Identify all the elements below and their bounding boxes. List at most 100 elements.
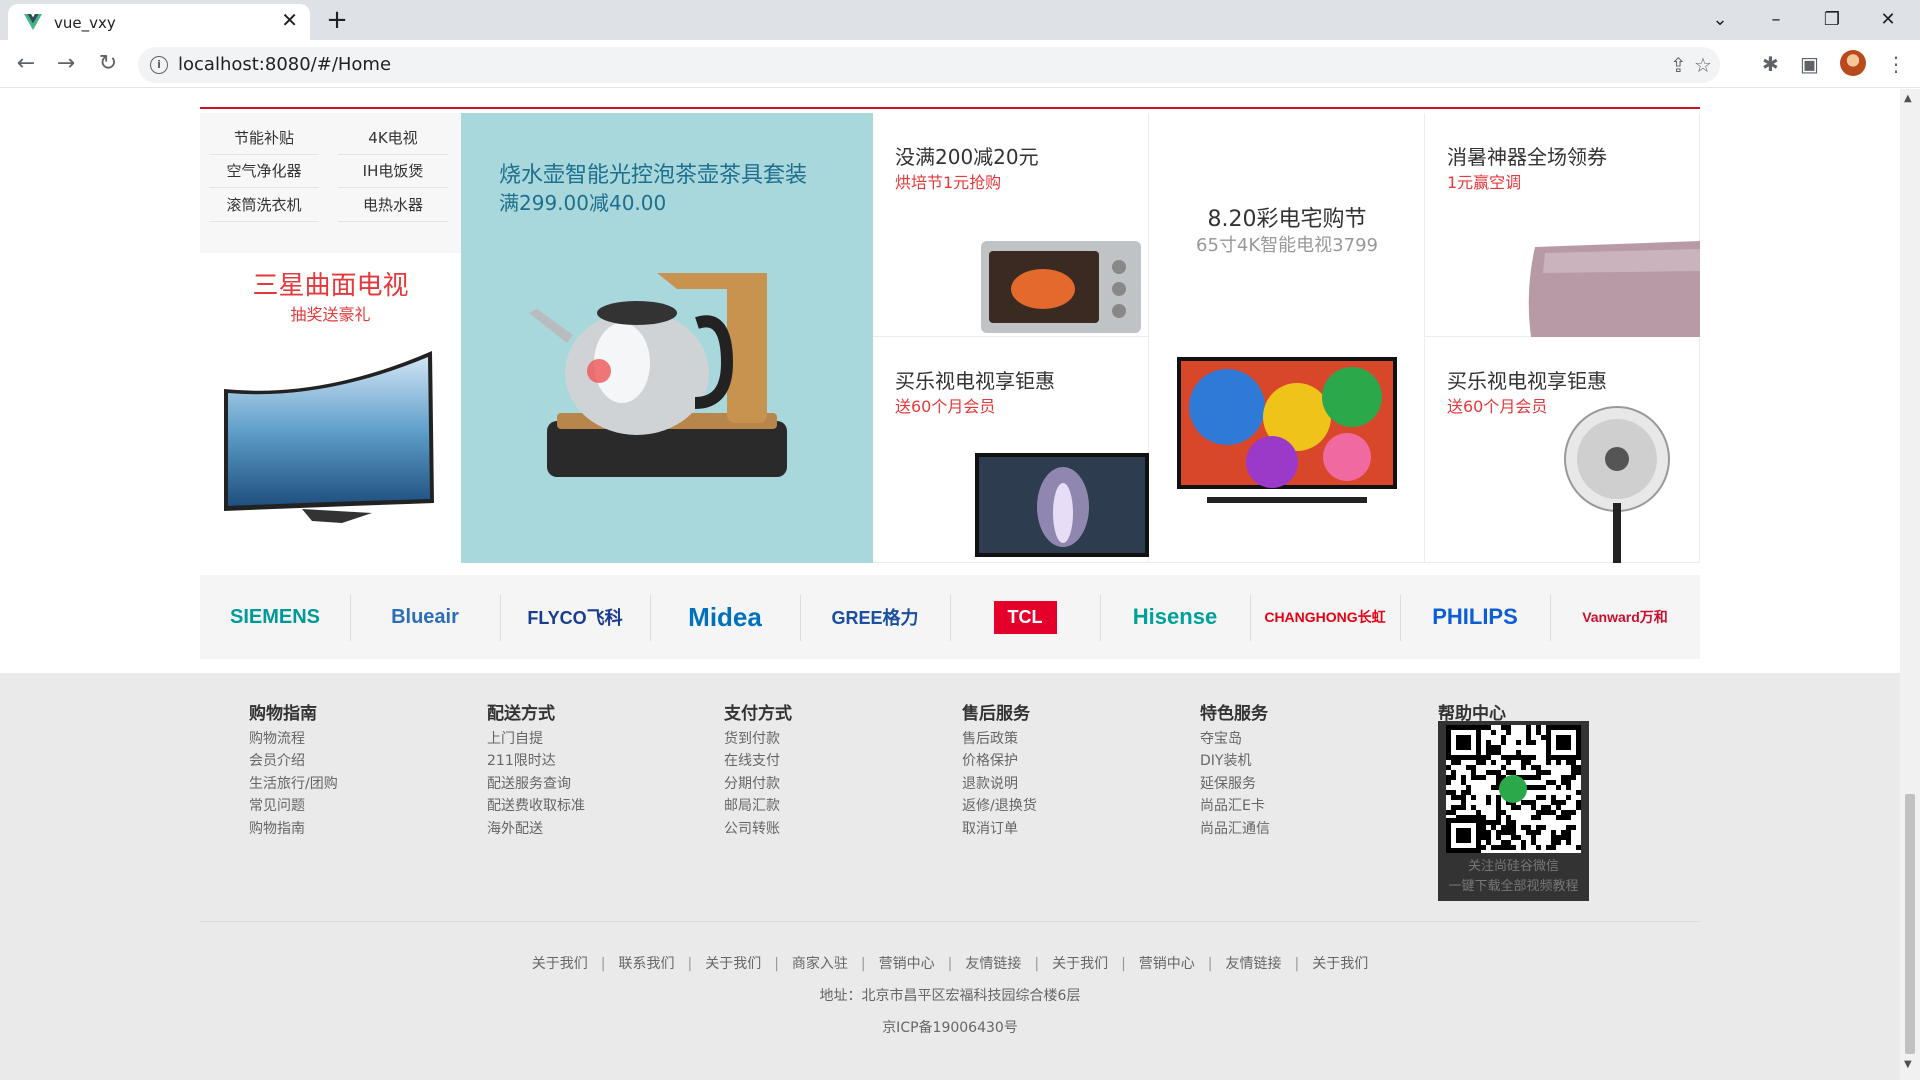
brand-strip: SIEMENS Blueair FLYCO飞科 Midea GREE格力 TCL Hisen… xyxy=(200,575,1700,659)
footer-link[interactable]: 常见问题 xyxy=(249,795,338,817)
footer-link[interactable]: 尚品汇通信 xyxy=(1200,818,1270,840)
footer-link[interactable]: 配送服务查询 xyxy=(487,773,585,795)
footer-link[interactable]: 售后政策 xyxy=(962,728,1037,750)
minimize-icon[interactable]: – xyxy=(1756,6,1796,34)
menu-icon[interactable]: ⋮ xyxy=(1886,52,1906,76)
promo-cell[interactable]: 买乐视电视享钜惠 送60个月会员 xyxy=(873,337,1149,563)
tab-title: vue_vxy xyxy=(54,14,116,32)
side-panel-icon[interactable]: ▣ xyxy=(1800,52,1819,76)
footer-link[interactable]: 货到付款 xyxy=(724,728,792,750)
restore-icon[interactable]: ❐ xyxy=(1812,6,1852,34)
tab-search-icon[interactable]: ⌄ xyxy=(1700,6,1740,34)
brand-logo[interactable]: GREE格力 xyxy=(800,575,950,659)
address-bar[interactable]: i localhost:8080/#/Home ⇪ ☆ xyxy=(138,47,1720,83)
promo-cell[interactable]: 消暑神器全场领券 1元赢空调 xyxy=(1425,113,1700,337)
footer-column-title: 支付方式 xyxy=(724,704,792,724)
footer-link[interactable]: 公司转账 xyxy=(724,818,792,840)
profile-avatar[interactable] xyxy=(1840,50,1866,76)
promo-cell-title: 消暑神器全场领券 xyxy=(1447,145,1607,169)
footer-bottom-link[interactable]: 关于我们 xyxy=(1299,956,1381,972)
qr-caption: 关注尚硅谷微信 一键下载全部视频教程 xyxy=(1438,857,1589,897)
brand-separator xyxy=(650,595,651,641)
left-promo-subtitle: 抽奖送豪礼 xyxy=(290,305,371,324)
footer-link[interactable]: 退款说明 xyxy=(962,773,1037,795)
promo-cell-subtitle: 1元赢空调 xyxy=(1447,173,1522,192)
footer-bottom-link[interactable]: 关于我们 xyxy=(692,956,774,972)
brand-logo[interactable]: TCL xyxy=(950,575,1100,659)
footer-divider xyxy=(200,921,1700,922)
footer-link[interactable]: 配送费收取标准 xyxy=(487,795,585,817)
footer-bottom-link[interactable]: 关于我们 xyxy=(519,956,601,972)
site-info-icon[interactable]: i xyxy=(150,56,168,74)
tab-vue-vxy[interactable]: vue_vxy ✕ xyxy=(8,4,310,40)
footer-column-title: 配送方式 xyxy=(487,704,555,724)
footer-link[interactable]: 会员介绍 xyxy=(249,750,338,772)
footer-link[interactable]: 购物指南 xyxy=(249,818,338,840)
footer-link[interactable]: 分期付款 xyxy=(724,773,792,795)
footer-link[interactable]: DIY装机 xyxy=(1200,750,1270,772)
scroll-up-arrow-icon[interactable]: ▲ xyxy=(1904,93,1912,104)
browser-window: vue_vxy ✕ + ⌄ – ❐ ✕ ← → ↻ i localhost:80… xyxy=(0,0,1920,1080)
curved-tv-image xyxy=(224,351,434,523)
footer-link[interactable]: 夺宝岛 xyxy=(1200,728,1270,750)
extensions-icon[interactable]: ✱ xyxy=(1762,52,1779,76)
footer-link[interactable]: 取消订单 xyxy=(962,818,1037,840)
bookmark-star-icon[interactable]: ☆ xyxy=(1694,53,1712,77)
scroll-thumb[interactable] xyxy=(1905,794,1915,1054)
url-text[interactable]: localhost:8080/#/Home xyxy=(178,54,391,75)
footer-link[interactable]: 上门自提 xyxy=(487,728,585,750)
footer-link[interactable]: 返修/退换货 xyxy=(962,795,1037,817)
brand-logo[interactable]: Blueair xyxy=(350,575,500,659)
footer-link[interactable]: 211限时达 xyxy=(487,750,585,772)
footer-link[interactable]: 在线支付 xyxy=(724,750,792,772)
footer-bottom-link[interactable]: 友情链接 xyxy=(1213,956,1295,972)
footer-link[interactable]: 海外配送 xyxy=(487,818,585,840)
brand-logo[interactable]: SIEMENS xyxy=(200,575,350,659)
qr-code-image xyxy=(1446,725,1581,853)
brand-logo[interactable]: Hisense xyxy=(1100,575,1250,659)
left-promo-card[interactable]: 三星曲面电视 抽奖送豪礼 xyxy=(200,253,461,563)
window-close-icon[interactable]: ✕ xyxy=(1868,6,1908,34)
footer-link[interactable]: 邮局汇款 xyxy=(724,795,792,817)
wechat-qr-code: 关注尚硅谷微信 一键下载全部视频教程 xyxy=(1438,721,1589,901)
feature-promo-card[interactable]: 烧水壶智能光控泡茶壶茶具套装 满299.00减40.00 xyxy=(461,113,873,563)
footer-link[interactable]: 购物流程 xyxy=(249,728,338,750)
promo-cell[interactable]: 没满200减20元 烘培节1元抢购 xyxy=(873,113,1149,337)
forward-icon[interactable]: → xyxy=(52,50,80,78)
keyword-link[interactable]: 4K电视 xyxy=(338,127,448,155)
keyword-link[interactable]: IH电饭煲 xyxy=(338,160,448,188)
feature-title: 烧水壶智能光控泡茶壶茶具套装 xyxy=(499,163,808,188)
keyword-link[interactable]: 电热水器 xyxy=(338,194,448,222)
footer-bottom-link[interactable]: 营销中心 xyxy=(1126,956,1208,972)
footer-bottom-link[interactable]: 营销中心 xyxy=(866,956,948,972)
footer-bottom-link[interactable]: 商家入驻 xyxy=(779,956,861,972)
brand-logo[interactable]: Vanward万和 xyxy=(1550,575,1700,659)
keyword-link[interactable]: 节能补贴 xyxy=(209,127,319,155)
brand-logo[interactable]: PHILIPS xyxy=(1400,575,1550,659)
reload-icon[interactable]: ↻ xyxy=(94,50,122,78)
brand-logo[interactable]: CHANGHONG长虹 xyxy=(1250,575,1400,659)
footer-link[interactable]: 尚品汇E卡 xyxy=(1200,795,1270,817)
new-tab-button[interactable]: + xyxy=(318,5,356,37)
qr-caption-line: 关注尚硅谷微信 xyxy=(1467,859,1559,874)
footer-link[interactable]: 延保服务 xyxy=(1200,773,1270,795)
scroll-down-arrow-icon[interactable]: ▼ xyxy=(1904,1059,1912,1070)
footer-link[interactable]: 生活旅行/团购 xyxy=(249,773,338,795)
promo-cell[interactable]: 买乐视电视享钜惠 送60个月会员 xyxy=(1425,337,1700,563)
footer-bottom-link[interactable]: 联系我们 xyxy=(605,956,687,972)
tab-close-icon[interactable]: ✕ xyxy=(281,10,298,30)
footer-bottom-link[interactable]: 友情链接 xyxy=(952,956,1034,972)
share-icon[interactable]: ⇪ xyxy=(1670,53,1687,77)
keyword-link[interactable]: 空气净化器 xyxy=(209,160,319,188)
promo-cell-title: 没满200减20元 xyxy=(895,145,1039,169)
footer: 购物指南 购物流程 会员介绍 生活旅行/团购 常见问题 购物指南 配送方式 上门… xyxy=(0,673,1900,1080)
footer-bottom-link[interactable]: 关于我们 xyxy=(1039,956,1121,972)
page-scrollbar[interactable]: ▲ ▼ xyxy=(1900,89,1920,1080)
keyword-link[interactable]: 滚筒洗衣机 xyxy=(209,194,319,222)
footer-link[interactable]: 价格保护 xyxy=(962,750,1037,772)
oven-image xyxy=(981,241,1141,333)
brand-logo[interactable]: Midea xyxy=(650,575,800,659)
back-icon[interactable]: ← xyxy=(12,50,40,78)
brand-logo[interactable]: FLYCO飞科 xyxy=(500,575,650,659)
promo-cell-tall[interactable]: 8.20彩电宅购节 65寸4K智能电视3799 xyxy=(1149,113,1425,563)
